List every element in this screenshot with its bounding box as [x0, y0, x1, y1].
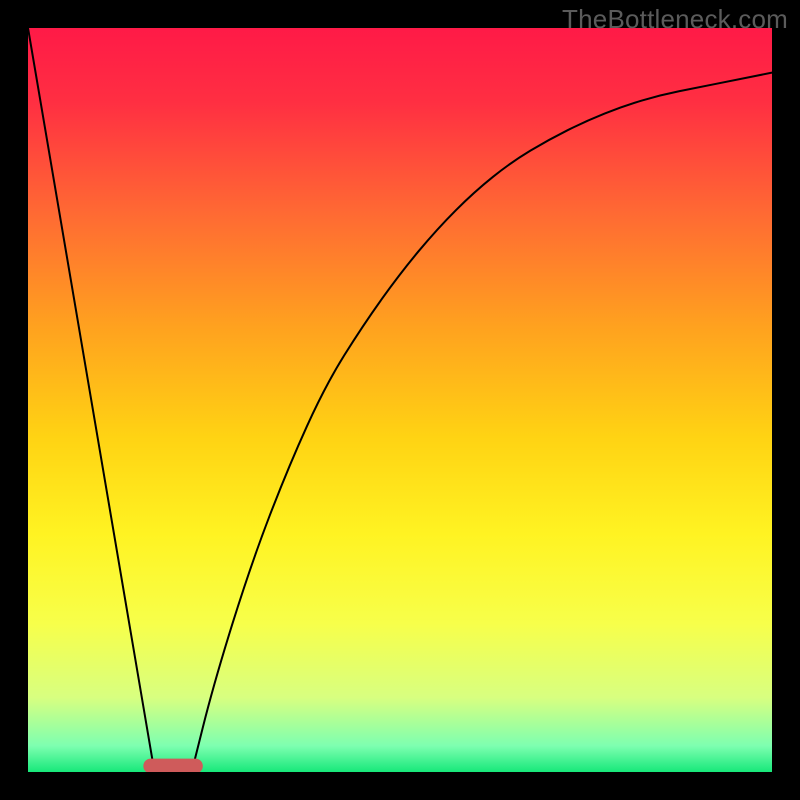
plot-area: [28, 28, 772, 772]
chart-frame: TheBottleneck.com: [0, 0, 800, 800]
chart-svg: [28, 28, 772, 772]
marker-layer: [143, 759, 203, 772]
heatmap-background: [28, 28, 772, 772]
bottom-red-pill: [143, 759, 203, 772]
